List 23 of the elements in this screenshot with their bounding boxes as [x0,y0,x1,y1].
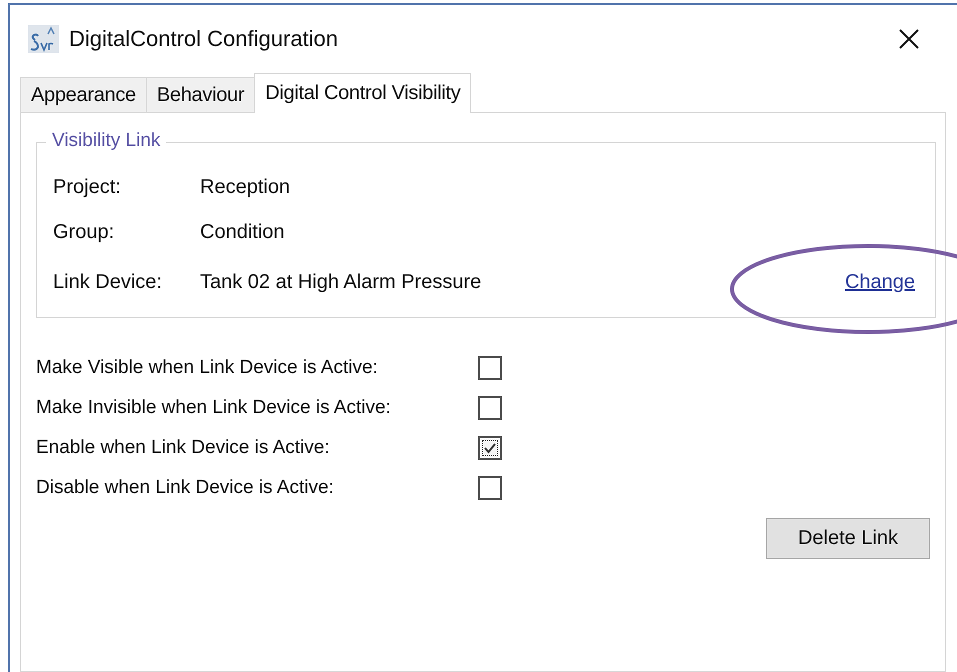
field-value: Tank 02 at High Alarm Pressure [200,270,482,294]
change-link[interactable]: Change [844,270,915,294]
close-icon[interactable] [899,29,919,49]
option-label: Enable when Link Device is Active: [36,437,331,459]
checkbox[interactable] [478,436,502,460]
field-value: Reception [200,176,290,198]
option-label: Make Visible when Link Device is Active: [36,357,379,379]
group-title: Visibility Link [46,130,166,152]
field-label: Group: [53,220,116,244]
field-label: Project: [53,176,122,198]
checkbox[interactable] [478,396,502,420]
field-value: Condition [200,220,285,244]
tab[interactable]: Appearance [20,77,147,112]
tab[interactable]: Behaviour [146,77,256,112]
option-label: Make Invisible when Link Device is Active: [36,397,392,419]
checkbox[interactable] [478,476,502,500]
window-title: DigitalControl Configuration [69,26,338,52]
checkbox[interactable] [478,356,502,380]
app-logo-icon [28,25,59,53]
delete-link-button[interactable]: Delete Link [766,518,930,559]
option-label: Disable when Link Device is Active: [36,477,335,499]
tab[interactable]: Digital Control Visibility [254,73,472,113]
field-label: Link Device: [53,270,163,294]
